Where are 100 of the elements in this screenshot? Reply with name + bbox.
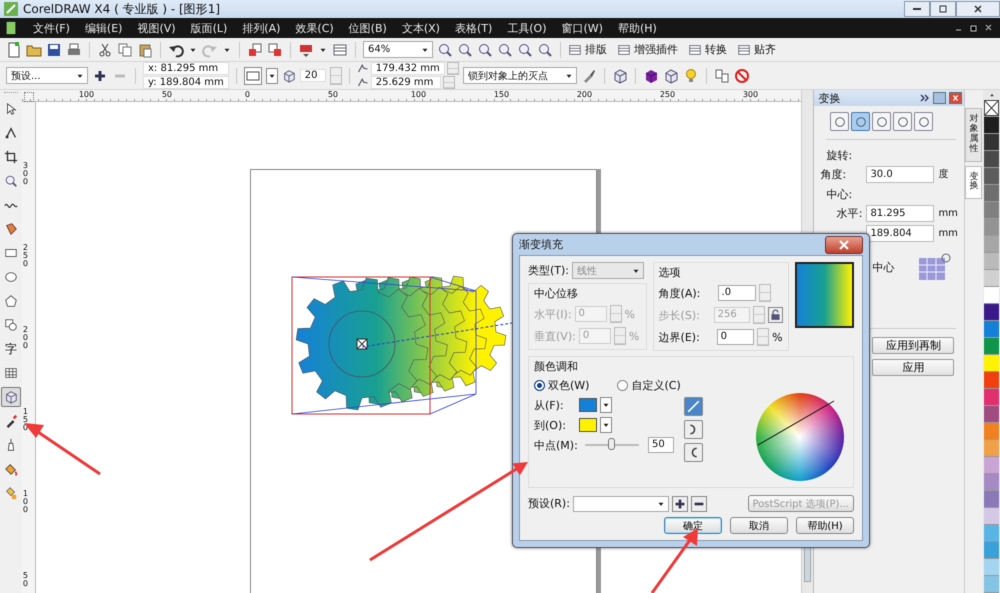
vanishing-point-dropdown[interactable]: 锁到对象上的灭点 — [462, 67, 577, 84]
menu-item[interactable]: 版面(L) — [190, 20, 228, 36]
double-chevron-icon[interactable] — [920, 93, 930, 103]
clockwise-path-icon[interactable] — [684, 443, 703, 462]
slider-thumb[interactable] — [608, 438, 615, 450]
close-icon[interactable] — [949, 92, 962, 104]
menu-item[interactable]: 工具(O) — [507, 20, 546, 36]
plugin-toolbar-button[interactable]: 转换 — [688, 42, 727, 57]
midpoint-field[interactable]: 50 — [648, 437, 674, 453]
color-swatch[interactable] — [984, 372, 1000, 389]
menu-item[interactable]: 位图(B) — [348, 20, 387, 36]
color-swatch[interactable] — [984, 219, 1000, 236]
save-icon[interactable] — [46, 42, 62, 58]
transform-mode-button[interactable] — [914, 112, 934, 131]
number-field[interactable]: .0 — [718, 285, 756, 301]
bevel-icon[interactable] — [662, 68, 679, 84]
color-swatch[interactable] — [984, 270, 1000, 287]
counterclockwise-path-icon[interactable] — [684, 420, 703, 439]
color-swatch[interactable] — [984, 474, 1000, 491]
vanishing-x-field[interactable]: 179.432 mm — [370, 62, 445, 75]
plugin-toolbar-button[interactable]: 排版 — [568, 42, 607, 57]
docker-tab[interactable]: 对象属性 — [965, 108, 982, 162]
depth-field[interactable]: 20 — [300, 69, 326, 82]
tool-button[interactable] — [0, 387, 21, 407]
apply-button[interactable]: 应用到再制 — [872, 337, 954, 354]
new-file-icon[interactable] — [6, 42, 22, 58]
minimize-button[interactable] — [904, 1, 930, 17]
zoom-page-icon[interactable] — [517, 42, 533, 58]
color-swatch[interactable] — [984, 134, 1000, 151]
dialog-button[interactable]: 取消 — [730, 517, 788, 534]
zoom-in-icon[interactable] — [437, 42, 453, 58]
color-swatch[interactable] — [984, 457, 1000, 474]
color-swatch[interactable] — [984, 338, 1000, 355]
anchor-grid-icon[interactable] — [918, 252, 952, 282]
dialog-button[interactable]: 确定 — [664, 517, 722, 534]
menu-item[interactable]: 文件(F) — [33, 20, 70, 36]
number-field[interactable]: 0 — [716, 329, 754, 345]
horizontal-field[interactable]: 81.295 — [866, 204, 934, 222]
extrusion-type-icon[interactable] — [244, 66, 262, 84]
document-window-controls-icon[interactable] — [954, 23, 994, 33]
tool-button[interactable]: 字 — [0, 339, 21, 359]
radio-label[interactable]: 自定义(C) — [631, 378, 681, 393]
radio-button[interactable] — [617, 380, 628, 391]
menu-item[interactable]: 排列(A) — [242, 20, 280, 36]
restore-button[interactable] — [930, 1, 956, 17]
clear-extrude-icon[interactable] — [734, 68, 750, 84]
transform-mode-button[interactable] — [872, 112, 892, 131]
menu-item[interactable]: 表格(T) — [454, 20, 492, 36]
export-icon[interactable] — [267, 42, 283, 58]
color-swatch[interactable] — [984, 576, 1000, 593]
import-icon[interactable] — [247, 42, 263, 58]
menu-item[interactable]: 编辑(E) — [84, 20, 122, 36]
color-swatch[interactable] — [984, 542, 1000, 559]
close-button[interactable] — [956, 1, 1000, 17]
print-icon[interactable] — [66, 42, 82, 58]
plugin-toolbar-button[interactable]: 增强插件 — [617, 42, 678, 57]
color-swatch[interactable] — [984, 168, 1000, 185]
color-swatch[interactable] — [984, 525, 1000, 542]
color-swatch[interactable] — [984, 321, 1000, 338]
vertical-field[interactable]: 189.804 — [866, 224, 934, 242]
menu-item[interactable]: 效果(C) — [295, 20, 334, 36]
menu-item[interactable]: 帮助(H) — [618, 20, 657, 36]
vanishing-y-field[interactable]: 25.629 mm — [370, 76, 441, 89]
transform-mode-button[interactable] — [851, 112, 870, 131]
color-swatch[interactable] — [984, 117, 1000, 134]
zoom-width-icon[interactable] — [537, 42, 553, 58]
color-swatch[interactable] — [579, 418, 597, 432]
plugin-toolbar-button[interactable]: 贴齐 — [737, 42, 776, 57]
menu-item[interactable]: 文本(X) — [402, 20, 440, 36]
color-swatch[interactable] — [984, 151, 1000, 168]
angle-field[interactable]: 30.0 — [866, 166, 934, 182]
radio-label[interactable]: 双色(W) — [548, 378, 590, 393]
extrude-rotation-icon[interactable] — [612, 68, 628, 84]
zoom-fit-icon[interactable] — [497, 42, 513, 58]
color-swatch[interactable] — [984, 491, 1000, 508]
copy-properties-icon[interactable] — [714, 68, 730, 84]
dialog-button[interactable]: 帮助(H) — [796, 517, 854, 534]
color-swatch[interactable] — [984, 355, 1000, 372]
scissors-icon[interactable] — [97, 42, 113, 58]
copy-icon[interactable] — [117, 42, 133, 58]
transform-mode-button[interactable] — [830, 112, 850, 131]
color-swatch[interactable] — [579, 398, 597, 412]
zoom-selection-icon[interactable] — [477, 42, 493, 58]
color-swatch[interactable] — [984, 389, 1000, 406]
dropdown-caret-icon[interactable] — [600, 397, 612, 413]
x-position-field[interactable]: x: 81.295 mm — [143, 62, 229, 75]
color-swatch[interactable] — [984, 304, 1000, 321]
color-swatch[interactable] — [984, 287, 1000, 304]
no-color-swatch[interactable] — [984, 100, 1000, 117]
color-swatch[interactable] — [984, 423, 1000, 440]
transform-mode-button[interactable] — [893, 112, 912, 131]
preset-dropdown[interactable]: 预设... — [6, 67, 88, 84]
close-icon[interactable] — [825, 236, 863, 254]
add-icon[interactable] — [672, 496, 688, 512]
dropdown-caret-icon[interactable] — [266, 68, 278, 84]
menu-item[interactable]: 窗口(W) — [562, 20, 603, 36]
y-position-field[interactable]: y: 189.804 mm — [143, 76, 229, 89]
color-swatch[interactable] — [984, 559, 1000, 576]
remove-icon[interactable] — [690, 496, 707, 512]
docker-tab[interactable]: 变换 — [965, 166, 982, 200]
